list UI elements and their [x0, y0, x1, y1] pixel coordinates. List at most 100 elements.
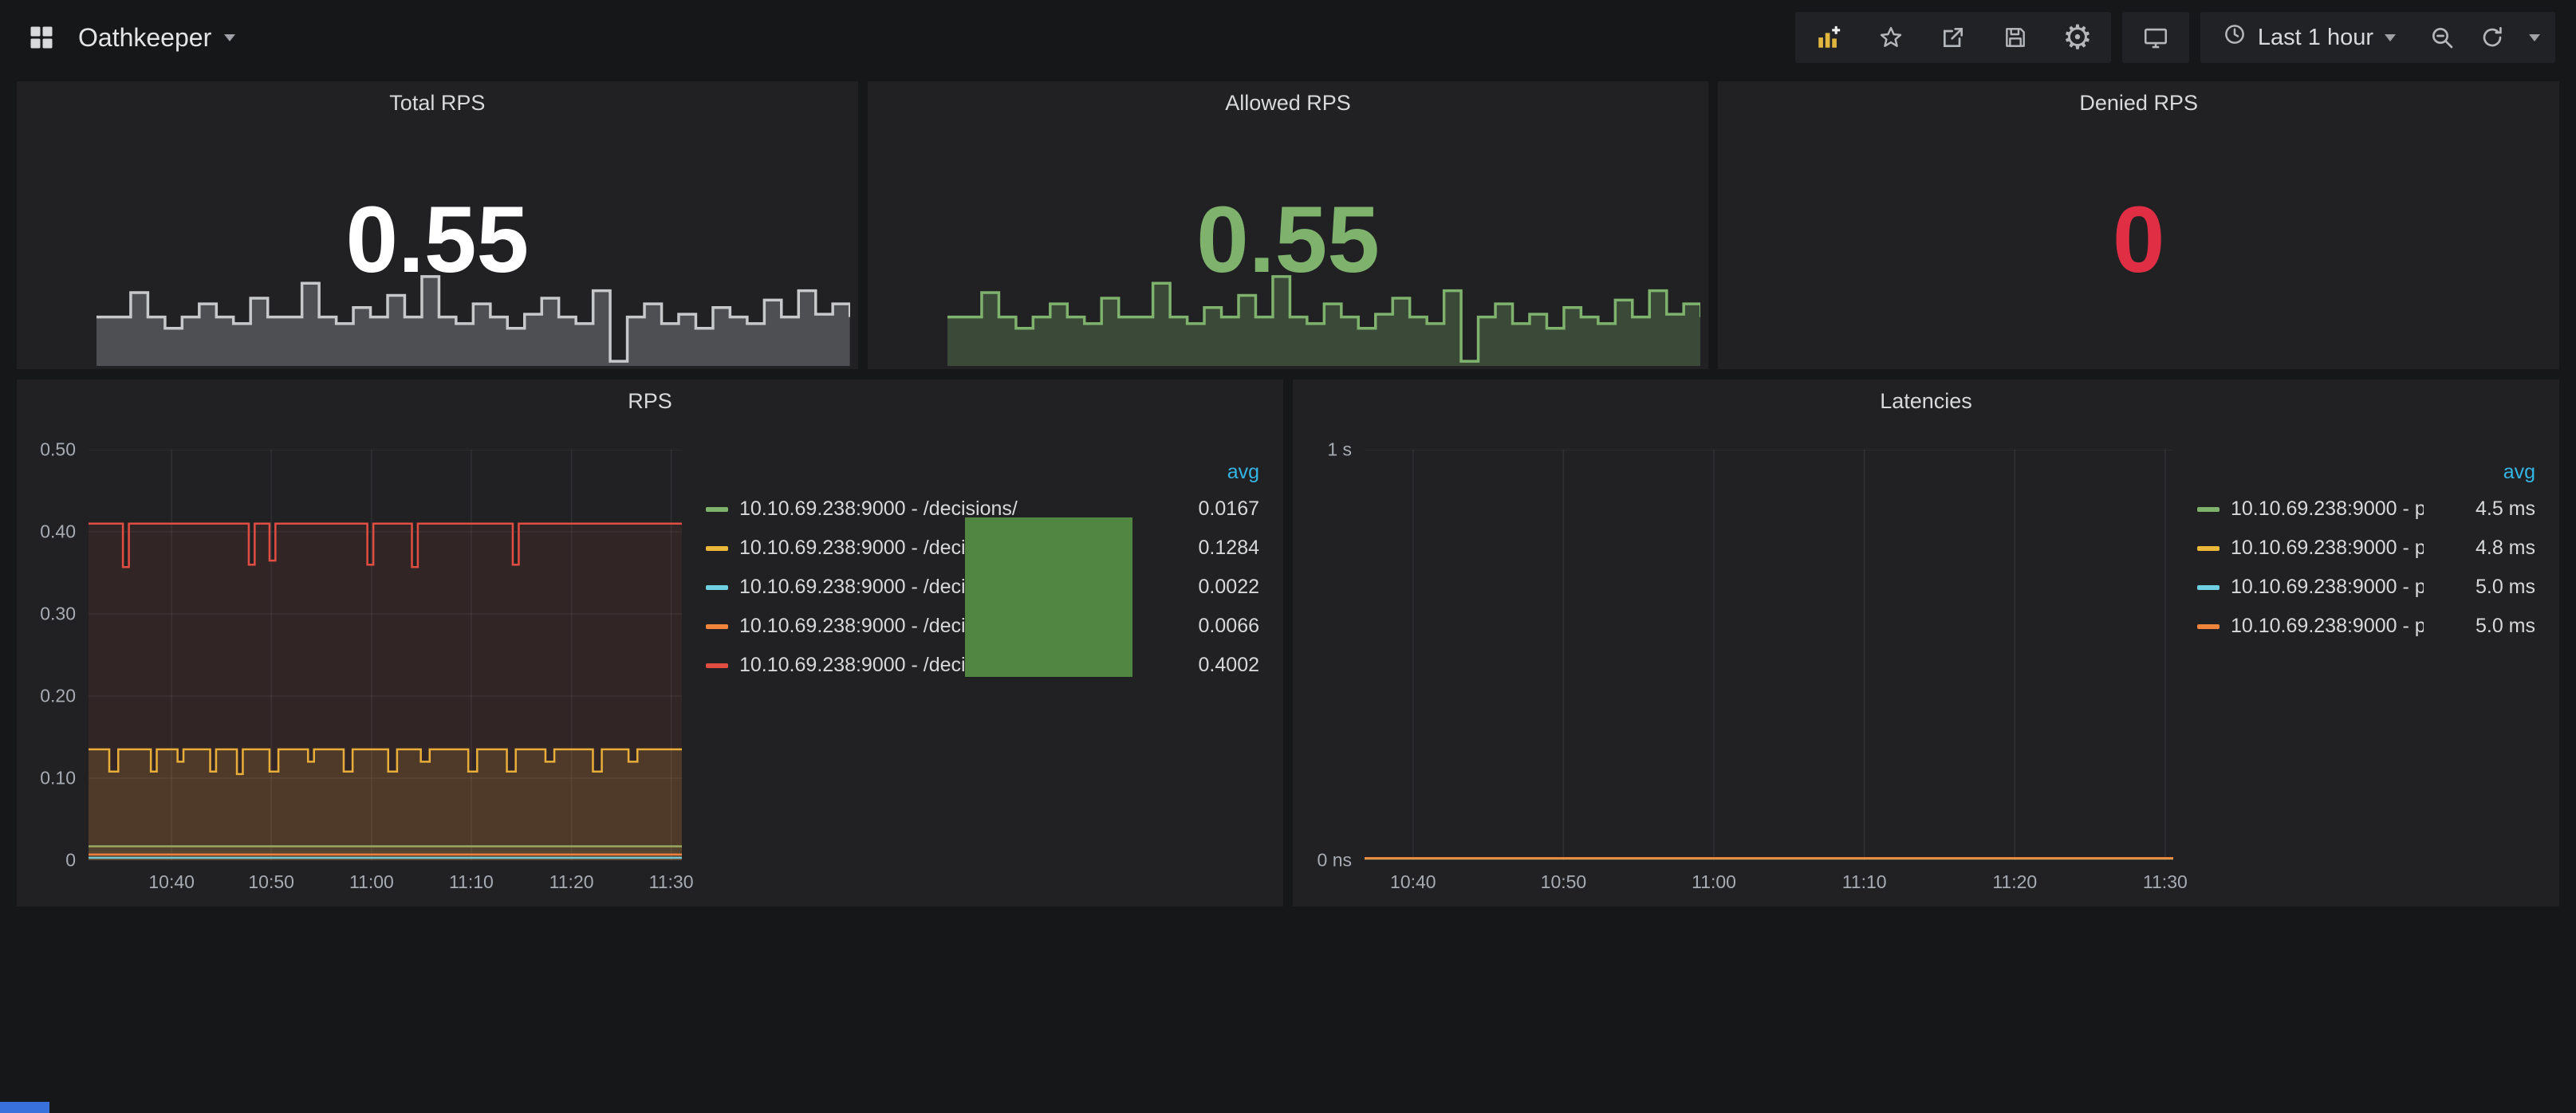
series-name: 10.10.69.238:9000 - p99	[2231, 576, 2424, 599]
series-color-marker[interactable]	[2197, 507, 2220, 512]
series-color-marker[interactable]	[706, 585, 728, 590]
series-avg-value: 4.5 ms	[2424, 498, 2535, 521]
sparkline	[947, 272, 1701, 366]
x-axis-tick-label: 11:20	[549, 871, 594, 893]
series-avg-value: 0.0022	[1148, 576, 1259, 599]
x-axis: 10:4010:5011:0011:1011:2011:30	[89, 863, 682, 897]
x-axis-tick-label: 11:10	[449, 871, 494, 893]
x-axis-tick-label: 10:40	[148, 871, 195, 893]
x-axis: 10:4010:5011:0011:1011:2011:30	[1365, 863, 2173, 897]
series-avg-value: 0.0167	[1148, 498, 1259, 521]
panel-title[interactable]: Allowed RPS	[868, 81, 1709, 124]
graph-legend: avg10.10.69.238:9000 - p904.5 ms10.10.69…	[2173, 450, 2548, 860]
x-axis-tick-label: 10:50	[1541, 871, 1587, 893]
dashboard-actions-group: ⚙	[1795, 12, 2111, 63]
series-color-marker[interactable]	[706, 507, 728, 512]
y-axis: 0.500.400.300.200.100	[22, 450, 89, 860]
legend-avg-header: avg	[706, 454, 1259, 490]
monitor-icon	[2142, 24, 2169, 51]
y-axis-tick-label: 0.40	[40, 521, 76, 543]
chevron-down-icon	[224, 34, 235, 41]
series-color-marker[interactable]	[2197, 624, 2220, 629]
legend-item[interactable]: 10.10.69.238:9000 - p1005.0 ms	[2197, 607, 2535, 646]
dashboard-title-dropdown[interactable]: Oathkeeper	[78, 23, 235, 53]
legend-avg-header: avg	[2197, 454, 2535, 490]
share-icon	[1940, 25, 1966, 50]
panel-allowed-rps: Allowed RPS 0.55	[868, 81, 1709, 369]
series-avg-value: 4.8 ms	[2424, 537, 2535, 560]
series-color-marker[interactable]	[2197, 546, 2220, 551]
y-axis-tick-label: 0.20	[40, 686, 76, 707]
panel-title[interactable]: Denied RPS	[1718, 81, 2559, 124]
add-panel-button[interactable]	[1798, 13, 1859, 62]
series-avg-value: 5.0 ms	[2424, 615, 2535, 638]
legend-item[interactable]: 10.10.69.238:9000 - p904.5 ms	[2197, 490, 2535, 529]
series-color-marker[interactable]	[706, 546, 728, 551]
y-axis-tick-label: 0.30	[40, 604, 76, 625]
panel-total-rps: Total RPS 0.55	[17, 81, 858, 369]
dashboards-grid-button[interactable]	[21, 13, 62, 62]
time-controls-group: Last 1 hour	[2200, 12, 2555, 63]
star-button[interactable]	[1861, 13, 1921, 62]
x-axis-tick-label: 11:10	[1842, 871, 1887, 893]
legend-item[interactable]: 10.10.69.238:9000 - p995.0 ms	[2197, 568, 2535, 607]
clock-icon	[2223, 22, 2247, 53]
time-range-picker[interactable]: Last 1 hour	[2204, 13, 2415, 62]
x-axis-tick-label: 10:40	[1390, 871, 1436, 893]
refresh-button[interactable]	[2469, 13, 2515, 62]
page-title: Oathkeeper	[78, 23, 211, 53]
x-axis-tick-label: 11:00	[1692, 871, 1736, 893]
cycle-view-button[interactable]	[2125, 13, 2186, 62]
series-name: 10.10.69.238:9000 - p95	[2231, 537, 2424, 560]
stat-value: 0	[1718, 193, 2559, 287]
settings-button[interactable]: ⚙	[2047, 13, 2108, 62]
legend-item[interactable]: 10.10.69.238:9000 - p954.8 ms	[2197, 529, 2535, 568]
y-axis-tick-label: 0	[65, 850, 76, 871]
view-mode-group	[2122, 12, 2189, 63]
panel-denied-rps: Denied RPS 0	[1718, 81, 2559, 369]
series-color-marker[interactable]	[706, 624, 728, 629]
gear-icon: ⚙	[2062, 21, 2093, 54]
refresh-interval-dropdown[interactable]	[2517, 13, 2552, 62]
panel-rps-graph: RPS 0.500.400.300.200.100 10:4010:5011:0…	[17, 380, 1283, 907]
y-axis: 1 s0 ns	[1298, 450, 1365, 860]
y-axis-tick-label: 0.10	[40, 768, 76, 789]
star-icon	[1878, 25, 1904, 50]
panel-title[interactable]: Total RPS	[17, 81, 858, 124]
x-axis-tick-label: 11:20	[1992, 871, 2037, 893]
save-button[interactable]	[1985, 13, 2046, 62]
add-panel-icon	[1815, 24, 1842, 51]
zoom-out-button[interactable]	[2416, 13, 2468, 62]
y-axis-tick-label: 0 ns	[1318, 850, 1352, 871]
panel-latencies-graph: Latencies 1 s0 ns 10:4010:5011:0011:1011…	[1293, 380, 2559, 907]
plot-area[interactable]: 10:4010:5011:0011:1011:2011:30	[89, 450, 682, 860]
plot-area[interactable]: 10:4010:5011:0011:1011:2011:30	[1365, 450, 2173, 860]
series-color-marker[interactable]	[2197, 585, 2220, 590]
chevron-down-icon	[2385, 34, 2396, 41]
series-color-marker[interactable]	[706, 663, 728, 668]
save-icon	[2003, 25, 2028, 50]
series-avg-value: 0.4002	[1148, 654, 1259, 677]
dashboard-grid: Total RPS 0.55 Allowed RPS 0.55 Denied R…	[0, 75, 2576, 907]
series-name: 10.10.69.238:9000 - p100	[2231, 615, 2424, 638]
series-name: 10.10.69.238:9000 - p90	[2231, 498, 2424, 521]
sparkline	[97, 272, 850, 366]
series-avg-value: 5.0 ms	[2424, 576, 2535, 599]
navbar: Oathkeeper	[0, 0, 2576, 75]
legend-color-overlay	[965, 517, 1132, 677]
grid-icon	[27, 23, 56, 52]
share-button[interactable]	[1923, 13, 1983, 62]
panel-title[interactable]: RPS	[17, 380, 1283, 423]
panel-title[interactable]: Latencies	[1293, 380, 2559, 423]
refresh-icon	[2479, 25, 2505, 50]
x-axis-tick-label: 11:30	[649, 871, 694, 893]
x-axis-tick-label: 11:30	[2143, 871, 2188, 893]
magnifier-zoom-out-icon	[2429, 25, 2455, 50]
series-avg-value: 0.1284	[1148, 537, 1259, 560]
chevron-down-icon	[2529, 34, 2540, 41]
x-axis-tick-label: 10:50	[248, 871, 294, 893]
y-axis-tick-label: 1 s	[1327, 439, 1352, 461]
y-axis-tick-label: 0.50	[40, 439, 76, 461]
x-axis-tick-label: 11:00	[349, 871, 394, 893]
bottom-blue-strip	[0, 1102, 49, 1113]
